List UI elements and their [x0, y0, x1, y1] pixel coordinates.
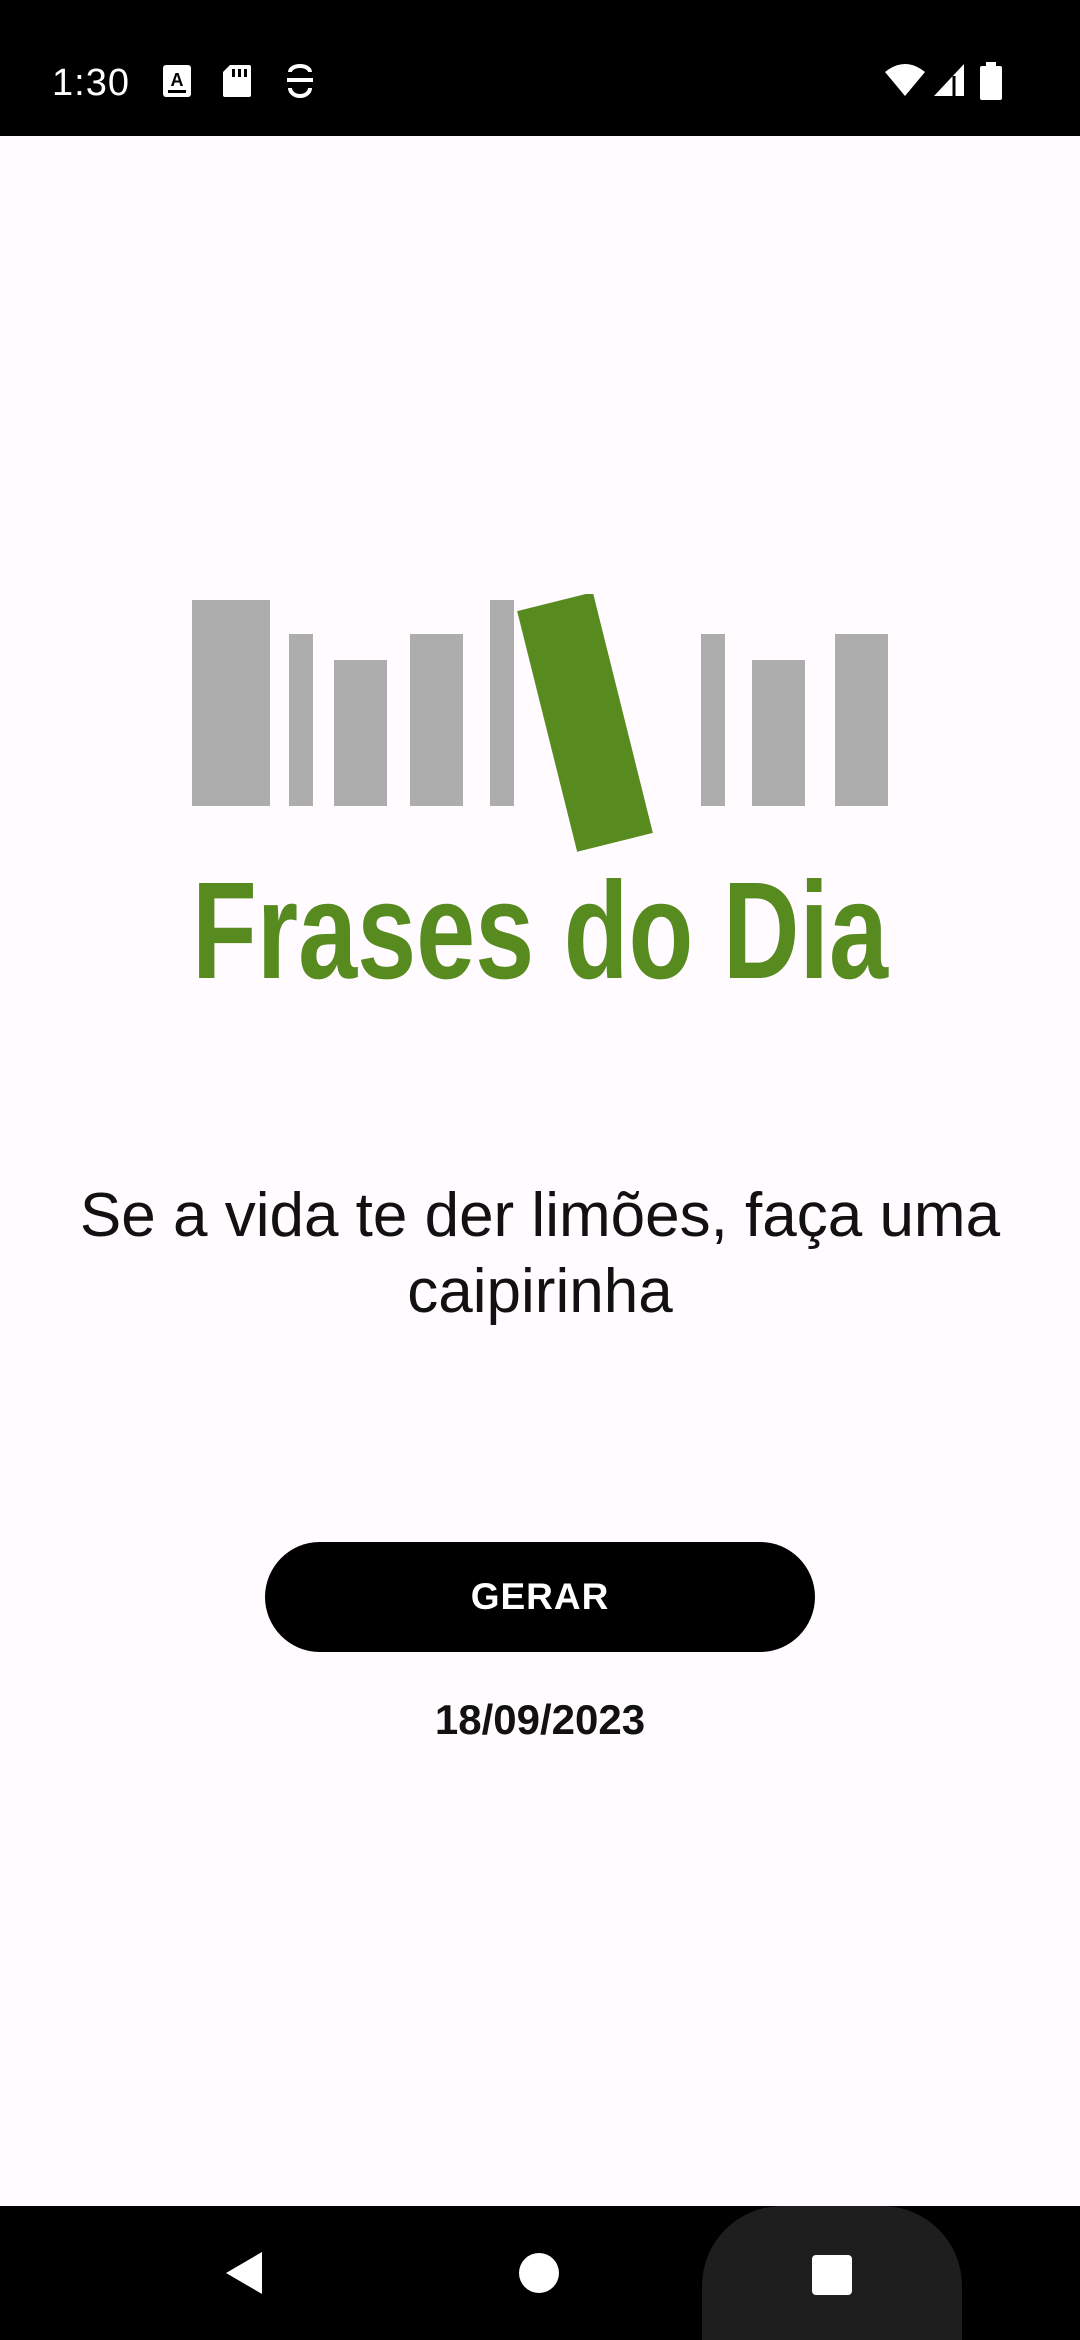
keyboard-a-icon: A [162, 64, 192, 103]
status-time: 1:30 [52, 62, 130, 104]
navigation-bar [0, 2206, 1080, 2340]
date-text: 18/09/2023 [434, 1696, 646, 1743]
signal-icon [932, 62, 966, 103]
battery-icon [980, 62, 1002, 105]
back-icon[interactable] [222, 2250, 264, 2301]
app-logo: Frases do Dia [190, 592, 890, 1008]
recents-icon[interactable] [811, 2254, 853, 2301]
wifi-icon [884, 62, 926, 103]
generate-button[interactable]: GERAR [265, 1542, 815, 1652]
accessibility-icon [284, 64, 316, 105]
status-bar: 1:30 A [0, 0, 1080, 136]
quote-text: Se a vida te der limões, faça uma caipir… [79, 1181, 1001, 1326]
logo-text: Frases do Dia [192, 854, 889, 994]
svg-text:A: A [171, 70, 184, 90]
sd-card-icon [222, 64, 252, 103]
home-icon[interactable] [518, 2252, 560, 2299]
